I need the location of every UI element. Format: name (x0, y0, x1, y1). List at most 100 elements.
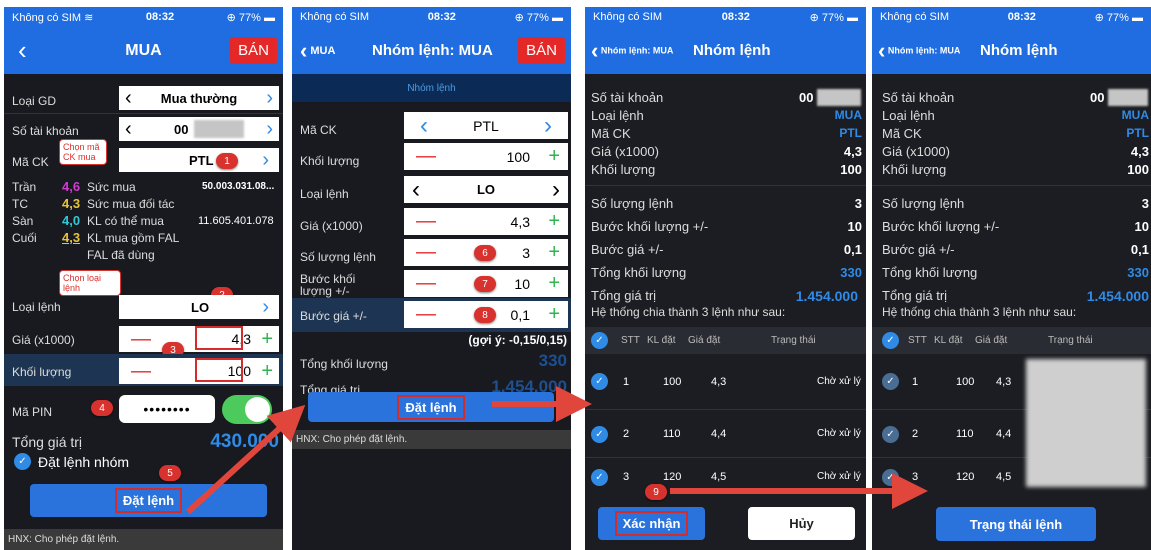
chevron-left-icon[interactable]: ‹ (125, 118, 132, 141)
order-status-button[interactable]: Trạng thái lệnh (936, 507, 1096, 541)
plus-icon[interactable]: + (548, 241, 560, 264)
place-order-button[interactable]: Đặt lệnh (308, 392, 554, 422)
back-icon: ‹ (591, 37, 599, 63)
wifi-icon: ≋ (84, 11, 94, 24)
account-select[interactable]: ‹ 00 › (119, 117, 279, 141)
screen-group-result: Không có SIM 08:32 ⊕ 77% ▬ ‹ Nhóm lệnh: … (872, 7, 1151, 550)
masked-status (1026, 359, 1146, 487)
place-order-button[interactable]: Đặt lệnh (30, 484, 267, 517)
pin-label: Mã PIN (12, 405, 53, 419)
plus-icon[interactable]: + (548, 145, 560, 168)
page-title: Nhóm lệnh (693, 42, 771, 59)
group-order-label: Đặt lệnh nhóm (38, 454, 130, 470)
screen-group-order: Không có SIM 08:32 ⊕ 77% ▬ ‹ MUA Nhóm lệ… (292, 7, 571, 550)
masked-account (1108, 89, 1148, 106)
step-6: 6 (474, 245, 496, 261)
step-9: 9 (645, 484, 667, 500)
back-button[interactable]: ‹ Nhóm lệnh: MUA (878, 38, 960, 64)
pin-toggle[interactable] (222, 395, 272, 424)
callout-order-type: Chọn loại lệnh (59, 270, 121, 296)
table-row[interactable]: ✓ 3 120 4,5 Chờ xử lý (585, 459, 866, 499)
chevron-left-icon[interactable]: ‹ (412, 176, 420, 204)
chevron-left-icon[interactable]: ‹ (125, 87, 132, 110)
chevron-right-icon[interactable]: › (544, 112, 552, 140)
sell-button[interactable]: BÁN (230, 37, 277, 64)
minus-icon[interactable]: — (131, 360, 151, 383)
back-button[interactable]: ‹ MUA (300, 38, 335, 64)
battery-text: ⊕ 77% ▬ (226, 11, 275, 24)
cancel-button[interactable]: Hủy (748, 507, 855, 540)
minus-icon[interactable]: — (416, 303, 436, 326)
back-button[interactable]: ‹ Nhóm lệnh: MUA (591, 38, 673, 64)
row-check-icon[interactable]: ✓ (882, 469, 899, 486)
highlight-price (195, 326, 243, 350)
nav-bar: ‹ Nhóm lệnh: MUA Nhóm lệnh (872, 27, 1151, 74)
order-type-select[interactable]: ‹ LO › (404, 176, 568, 203)
plus-icon[interactable]: + (261, 360, 273, 383)
screen-group-confirm: Không có SIM 08:32 ⊕ 77% ▬ ‹ Nhóm lệnh: … (585, 7, 866, 550)
select-all-check-icon[interactable]: ✓ (591, 332, 608, 349)
nav-bar: ‹ MUA Nhóm lệnh: MUA BÁN (292, 27, 571, 74)
plus-icon[interactable]: + (548, 303, 560, 326)
price-label: Giá (x1000) (12, 333, 75, 347)
step-4: 4 (91, 400, 113, 416)
chevron-right-icon[interactable]: › (262, 149, 269, 172)
masked-account (817, 89, 861, 106)
chevron-left-icon[interactable]: ‹ (420, 112, 428, 140)
step-1: 1 (216, 153, 238, 169)
symbol-select[interactable]: PTL › (119, 148, 279, 172)
table-header: ✓ STT KL đặt Giá đặt Trạng thái (872, 327, 1151, 354)
row-check-icon[interactable]: ✓ (591, 373, 608, 390)
row-check-icon[interactable]: ✓ (591, 469, 608, 486)
back-icon: ‹ (300, 37, 308, 63)
group-order-check-icon[interactable]: ✓ (14, 453, 31, 470)
row-check-icon[interactable]: ✓ (882, 426, 899, 443)
back-icon: ‹ (878, 37, 886, 63)
status-bar: Không có SIM 08:32 ⊕ 77% ▬ (585, 7, 866, 27)
select-all-check-icon[interactable]: ✓ (882, 332, 899, 349)
plus-icon[interactable]: + (548, 210, 560, 233)
minus-icon[interactable]: — (416, 145, 436, 168)
table-header: ✓ STT KL đặt Giá đặt Trạng thái (585, 327, 866, 354)
row-check-icon[interactable]: ✓ (882, 373, 899, 390)
chevron-right-icon[interactable]: › (262, 296, 269, 319)
plus-icon[interactable]: + (261, 328, 273, 351)
pin-input[interactable]: •••••••• (119, 395, 215, 423)
symbol-select[interactable]: ‹ PTL › (404, 112, 568, 139)
step-8: 8 (474, 307, 496, 323)
callout-symbol: Chọn mã CK mua (59, 139, 107, 165)
plus-icon[interactable]: + (548, 272, 560, 295)
table-row[interactable]: ✓ 1 100 4,3 Chờ xử lý (585, 354, 866, 410)
symbol-label: Mã CK (12, 155, 49, 169)
quantity-label: Khối lượng (12, 365, 72, 379)
sell-button[interactable]: BÁN (518, 37, 565, 64)
minus-icon[interactable]: — (416, 272, 436, 295)
price-hint: (gợi ý: -0,15/0,15) (468, 333, 567, 347)
total-value: 430.000 (210, 431, 279, 452)
status-bar: Không có SIM ≋ 08:32 ⊕ 77% ▬ (4, 7, 283, 27)
nav-bar: ‹ MUA BÁN (4, 27, 283, 74)
minus-icon[interactable]: — (416, 210, 436, 233)
order-type-label: Loại lệnh (12, 300, 61, 314)
quantity-stepper[interactable]: — 100 + (404, 143, 568, 170)
status-time: 08:32 (145, 11, 175, 23)
step-5: 5 (159, 465, 181, 481)
footer-status: HNX: Cho phép đặt lệnh. (4, 529, 283, 550)
loai-gd-select[interactable]: ‹ Mua thường › (119, 86, 279, 110)
chevron-right-icon[interactable]: › (266, 87, 273, 110)
price-stepper[interactable]: — 4,3 + (404, 208, 568, 235)
footer-status: HNX: Cho phép đặt lệnh. (292, 430, 571, 449)
tab-group-order[interactable]: Nhóm lệnh (292, 74, 571, 102)
page-title: Nhóm lệnh (980, 42, 1058, 59)
confirm-button[interactable]: Xác nhận (598, 507, 705, 540)
order-type-select[interactable]: LO › (119, 295, 279, 319)
loai-gd-label: Loại GD (12, 94, 57, 108)
minus-icon[interactable]: — (416, 241, 436, 264)
row-check-icon[interactable]: ✓ (591, 426, 608, 443)
screen-buy: Không có SIM ≋ 08:32 ⊕ 77% ▬ ‹ MUA BÁN L… (4, 7, 283, 550)
table-row[interactable]: ✓ 2 110 4,4 Chờ xử lý (585, 411, 866, 458)
minus-icon[interactable]: — (131, 328, 151, 351)
page-title: Nhóm lệnh: MUA (372, 42, 493, 59)
chevron-right-icon[interactable]: › (552, 176, 560, 204)
chevron-right-icon[interactable]: › (266, 118, 273, 141)
